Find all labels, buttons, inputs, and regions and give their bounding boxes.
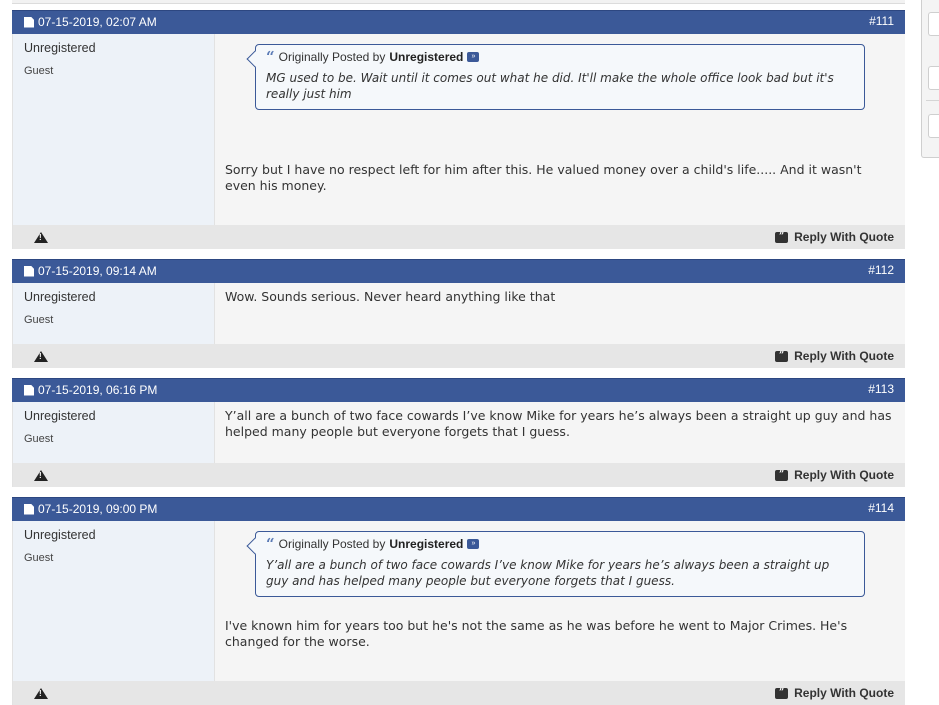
post-date-text: 07-15-2019, 06:16 PM	[38, 383, 158, 397]
post: 07-15-2019, 09:14 AM #112 Unregistered G…	[12, 259, 905, 368]
post-date: 07-15-2019, 09:14 AM	[24, 264, 157, 278]
reply-with-quote-label: Reply With Quote	[794, 686, 894, 700]
user-info: Unregistered Guest	[13, 402, 215, 463]
post-content: “ Originally Posted by Unregistered » MG…	[215, 34, 905, 225]
reply-quote-icon: ”	[775, 350, 789, 362]
post-footer: ” Reply With Quote	[12, 681, 905, 705]
post-header: 07-15-2019, 09:14 AM #112	[12, 259, 905, 283]
report-warning-icon[interactable]	[34, 470, 48, 481]
post-content: Wow. Sounds serious. Never heard anythin…	[215, 283, 905, 344]
document-icon	[24, 16, 34, 28]
username-link[interactable]: Unregistered	[24, 409, 214, 423]
side-panel-divider	[926, 100, 939, 101]
quote-icon: “	[266, 48, 275, 66]
user-title: Guest	[24, 552, 54, 564]
reply-quote-icon: ”	[775, 687, 789, 699]
post-date-text: 07-15-2019, 09:00 PM	[38, 502, 158, 516]
view-post-icon[interactable]: »	[467, 539, 480, 549]
reply-with-quote-label: Reply With Quote	[794, 468, 894, 482]
post-footer: ” Reply With Quote	[12, 225, 905, 249]
post-message: Sorry but I have no respect left for him…	[225, 162, 862, 193]
username-link[interactable]: Unregistered	[24, 290, 214, 304]
user-info: Unregistered Guest	[13, 521, 215, 681]
side-panel-slot[interactable]	[928, 12, 939, 36]
post-footer: ” Reply With Quote	[12, 463, 905, 487]
post-body: Unregistered Guest “ Originally Posted b…	[12, 34, 905, 225]
reply-with-quote-button[interactable]: ” Reply With Quote	[775, 686, 894, 700]
document-icon	[24, 503, 34, 515]
reply-with-quote-button[interactable]: ” Reply With Quote	[775, 230, 894, 244]
user-title: Guest	[24, 314, 54, 326]
username-link[interactable]: Unregistered	[24, 528, 214, 542]
quote-text: Y’all are a bunch of two face cowards I’…	[266, 558, 830, 588]
quote-icon: “	[266, 535, 275, 553]
post: 07-15-2019, 02:07 AM #111 Unregistered G…	[12, 10, 905, 249]
reply-with-quote-button[interactable]: ” Reply With Quote	[775, 468, 894, 482]
post-message: I've known him for years too but he's no…	[225, 618, 848, 649]
view-post-icon[interactable]: »	[467, 52, 480, 62]
username-link[interactable]: Unregistered	[24, 41, 214, 55]
reply-with-quote-label: Reply With Quote	[794, 349, 894, 363]
post-date: 07-15-2019, 02:07 AM	[24, 15, 157, 29]
post-number-link[interactable]: #113	[868, 382, 894, 396]
post-message: Y’all are a bunch of two face cowards I’…	[225, 408, 892, 439]
user-info: Unregistered Guest	[13, 34, 215, 225]
quote-prefix: Originally Posted by	[278, 537, 386, 551]
post-content: Y’all are a bunch of two face cowards I’…	[215, 402, 905, 463]
post-body: Unregistered Guest Y’all are a bunch of …	[12, 402, 905, 463]
previous-post-edge	[12, 0, 905, 4]
post-date: 07-15-2019, 06:16 PM	[24, 383, 157, 397]
user-title: Guest	[24, 433, 54, 445]
user-title: Guest	[24, 65, 54, 77]
user-info: Unregistered Guest	[13, 283, 215, 344]
post-message: Wow. Sounds serious. Never heard anythin…	[225, 289, 556, 304]
quote-author: Unregistered	[389, 50, 464, 64]
reply-quote-icon: ”	[775, 231, 789, 243]
post-header: 07-15-2019, 02:07 AM #111	[12, 10, 905, 34]
quote-block: “ Originally Posted by Unregistered » Y’…	[255, 531, 865, 597]
reply-with-quote-button[interactable]: ” Reply With Quote	[775, 349, 894, 363]
post-body: Unregistered Guest Wow. Sounds serious. …	[12, 283, 905, 344]
side-panel-slot[interactable]	[928, 114, 939, 138]
report-warning-icon[interactable]	[34, 351, 48, 362]
post-content: “ Originally Posted by Unregistered » Y’…	[215, 521, 905, 681]
quote-prefix: Originally Posted by	[278, 50, 386, 64]
post-body: Unregistered Guest “ Originally Posted b…	[12, 521, 905, 681]
side-panel-slot[interactable]	[928, 66, 939, 90]
quote-header: “ Originally Posted by Unregistered »	[266, 536, 854, 552]
post-date-text: 07-15-2019, 09:14 AM	[38, 264, 157, 278]
post-number-link[interactable]: #112	[868, 263, 894, 277]
quote-author: Unregistered	[389, 537, 464, 551]
report-warning-icon[interactable]	[34, 688, 48, 699]
post-date-text: 07-15-2019, 02:07 AM	[38, 15, 157, 29]
quote-text: MG used to be. Wait until it comes out w…	[266, 71, 834, 101]
post: 07-15-2019, 09:00 PM #114 Unregistered G…	[12, 497, 905, 705]
quote-block: “ Originally Posted by Unregistered » MG…	[255, 44, 865, 110]
post-number-link[interactable]: #111	[869, 14, 894, 28]
document-icon	[24, 384, 34, 396]
reply-quote-icon: ”	[775, 469, 789, 481]
post-header: 07-15-2019, 06:16 PM #113	[12, 378, 905, 402]
side-panel	[921, 0, 939, 158]
document-icon	[24, 265, 34, 277]
report-warning-icon[interactable]	[34, 232, 48, 243]
quote-header: “ Originally Posted by Unregistered »	[266, 49, 854, 65]
post-footer: ” Reply With Quote	[12, 344, 905, 368]
post-number-link[interactable]: #114	[868, 501, 894, 515]
reply-with-quote-label: Reply With Quote	[794, 230, 894, 244]
post-header: 07-15-2019, 09:00 PM #114	[12, 497, 905, 521]
post-date: 07-15-2019, 09:00 PM	[24, 502, 157, 516]
post: 07-15-2019, 06:16 PM #113 Unregistered G…	[12, 378, 905, 487]
